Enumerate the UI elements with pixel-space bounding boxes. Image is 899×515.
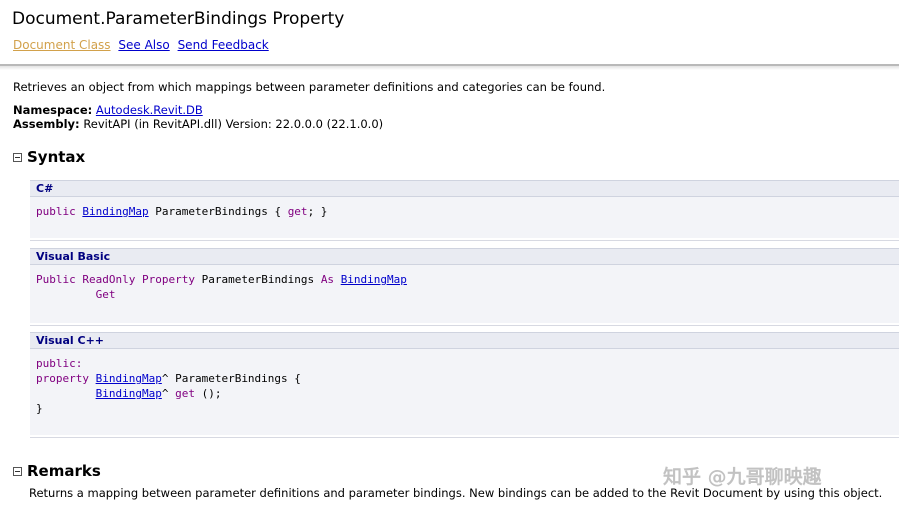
code-keyword: Public	[36, 273, 76, 286]
see-also-link[interactable]: See Also	[118, 38, 169, 52]
code-text: ParameterBindings	[194, 273, 321, 286]
page-title: Document.ParameterBindings Property	[12, 9, 345, 29]
type-link[interactable]: BindingMap	[96, 372, 162, 385]
type-link[interactable]: BindingMap	[341, 273, 407, 286]
code-keyword: ReadOnly	[82, 273, 136, 286]
code-block-vb: Visual Basic Public ReadOnly Property Pa…	[30, 248, 899, 326]
code-body: public: property BindingMap^ ParameterBi…	[30, 349, 899, 438]
code-keyword: property	[36, 372, 89, 385]
namespace-link[interactable]: Autodesk.Revit.DB	[96, 103, 203, 117]
collapse-icon[interactable]	[13, 152, 22, 162]
code-keyword: As	[320, 273, 335, 286]
code-keyword: get	[175, 387, 195, 400]
code-text: }	[36, 402, 43, 415]
page-header: Document.ParameterBindings Property Docu…	[0, 0, 899, 66]
code-body: public BindingMap ParameterBindings { ge…	[30, 197, 899, 241]
send-feedback-link[interactable]: Send Feedback	[178, 38, 269, 52]
assembly-value: RevitAPI (in RevitAPI.dll) Version: 22.0…	[83, 117, 384, 131]
code-text: ^ ParameterBindings {	[161, 372, 301, 385]
type-link[interactable]: BindingMap	[96, 387, 162, 400]
code-text: ; }	[307, 205, 328, 218]
code-keyword: public:	[36, 357, 83, 370]
code-text: ();	[194, 387, 222, 400]
type-link[interactable]: BindingMap	[82, 205, 148, 218]
header-links: Document Class See Also Send Feedback	[13, 38, 273, 52]
code-body: Public ReadOnly Property ParameterBindin…	[30, 265, 899, 326]
code-keyword: public	[36, 205, 76, 218]
namespace-line: Namespace: Autodesk.Revit.DB	[13, 103, 203, 117]
code-block-cpp: Visual C++ public: property BindingMap^ …	[30, 332, 899, 438]
watermark: 知乎 @九哥聊映趣	[663, 466, 822, 488]
code-text: ^	[161, 387, 176, 400]
code-lang-label: Visual Basic	[30, 248, 899, 265]
remarks-section-header[interactable]: Remarks	[13, 462, 101, 480]
code-lang-label: Visual C++	[30, 332, 899, 349]
assembly-label: Assembly:	[13, 117, 80, 131]
namespace-label: Namespace:	[13, 103, 93, 117]
code-block-csharp: C# public BindingMap ParameterBindings {…	[30, 180, 899, 241]
syntax-title: Syntax	[27, 148, 86, 166]
header-shadow	[0, 66, 899, 70]
syntax-section-header[interactable]: Syntax	[13, 148, 85, 166]
code-lang-label: C#	[30, 180, 899, 197]
code-keyword: Get	[95, 288, 116, 301]
summary-text: Retrieves an object from which mappings …	[13, 80, 606, 94]
code-text: ParameterBindings {	[148, 205, 288, 218]
document-class-link[interactable]: Document Class	[13, 38, 111, 52]
remarks-title: Remarks	[27, 462, 101, 480]
code-keyword: get	[287, 205, 308, 218]
collapse-icon[interactable]	[13, 466, 22, 476]
assembly-line: Assembly: RevitAPI (in RevitAPI.dll) Ver…	[13, 117, 383, 131]
code-keyword: Property	[141, 273, 195, 286]
